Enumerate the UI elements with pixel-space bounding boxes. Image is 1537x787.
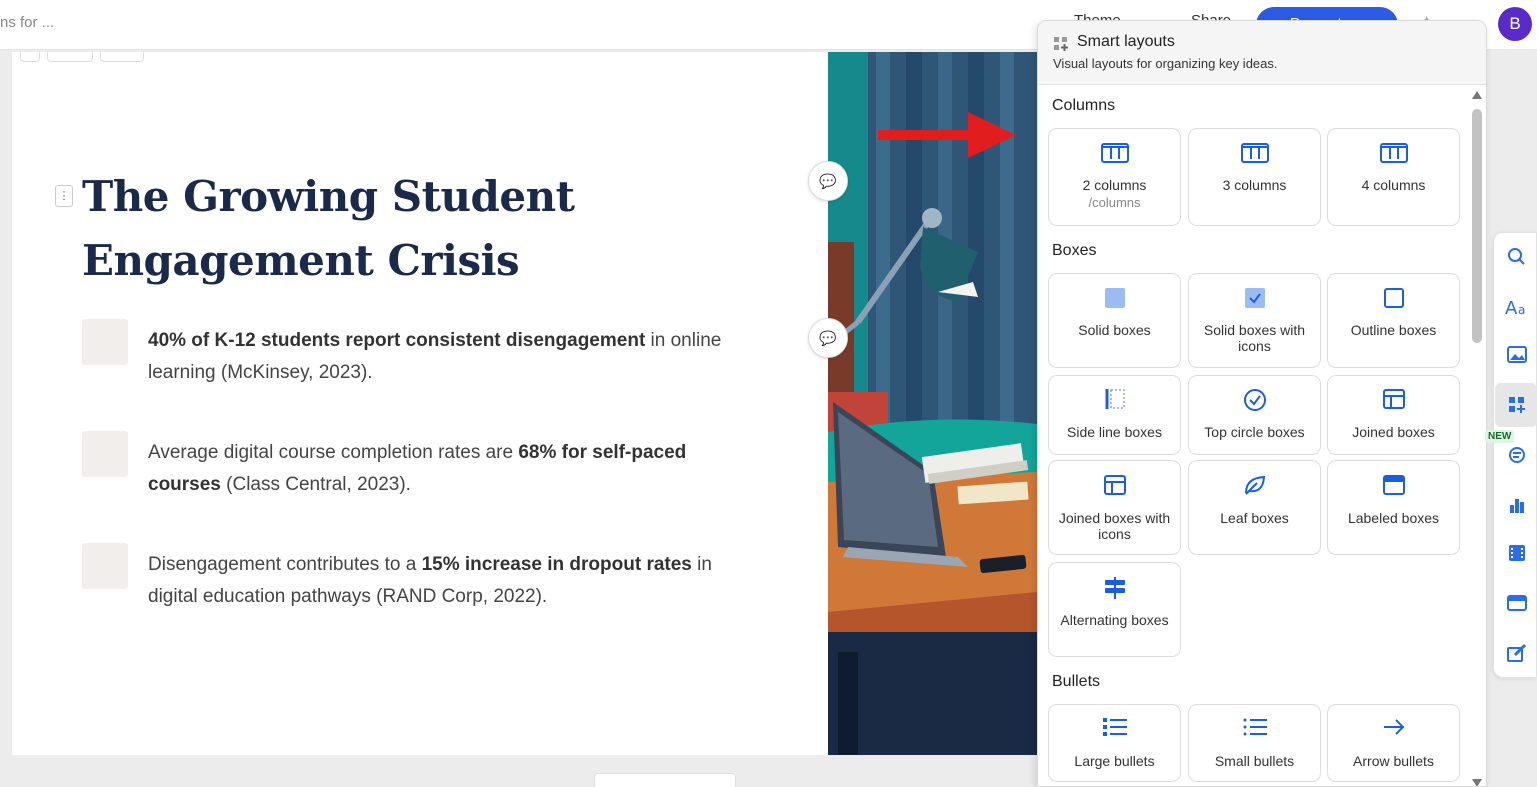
card-label: Joined boxes bbox=[1352, 424, 1435, 440]
bullet-icon-placeholder[interactable] bbox=[82, 319, 128, 365]
section-label-boxes: Boxes bbox=[1052, 242, 1097, 259]
list-icon bbox=[1102, 718, 1127, 736]
layout-card-arrow-bullets[interactable]: Arrow bullets bbox=[1327, 704, 1460, 782]
smart-layout-icon[interactable] bbox=[1503, 391, 1531, 419]
new-badge: NEW bbox=[1485, 430, 1515, 443]
layout-card-joined-boxes-with-icons[interactable]: Joined boxes with icons bbox=[1048, 460, 1181, 555]
layout-card-labeled-boxes[interactable]: Labeled boxes bbox=[1327, 460, 1460, 555]
slide-bottom-toolbar[interactable] bbox=[594, 773, 736, 787]
card-label: Labeled boxes bbox=[1347, 510, 1440, 526]
layout-card-top-circle-boxes[interactable]: Top circle boxes bbox=[1188, 375, 1321, 455]
chart-icon[interactable] bbox=[1503, 491, 1531, 519]
section-label-columns: Columns bbox=[1052, 97, 1116, 114]
layout-card-solid-boxes[interactable]: Solid boxes bbox=[1048, 273, 1181, 368]
section-label-bullets: Bullets bbox=[1052, 673, 1101, 690]
edit-icon[interactable] bbox=[1503, 639, 1531, 667]
video-icon[interactable] bbox=[1503, 539, 1531, 567]
bullet-icon-placeholder[interactable] bbox=[82, 543, 128, 589]
smart-layouts-panel: Smart layouts Visual layouts for organiz… bbox=[1037, 20, 1487, 787]
svg-text:A: A bbox=[1505, 298, 1518, 319]
layout-card-solid-boxes-with-icons[interactable]: Solid boxes with icons bbox=[1188, 273, 1321, 368]
columns-icon bbox=[1100, 143, 1129, 163]
joined-box-icon bbox=[1103, 475, 1126, 495]
scrollbar-thumb[interactable] bbox=[1472, 109, 1482, 343]
layout-card-4-columns[interactable]: 4 columns bbox=[1327, 128, 1460, 226]
layout-card-joined-boxes[interactable]: Joined boxes bbox=[1327, 375, 1460, 455]
card-label: Small bullets bbox=[1214, 753, 1295, 769]
panel-header: Smart layouts Visual layouts for organiz… bbox=[1038, 21, 1486, 85]
card-label: Leaf boxes bbox=[1220, 510, 1289, 526]
columns-icon bbox=[1240, 143, 1269, 163]
slide-tool-stub[interactable] bbox=[100, 52, 144, 62]
slide-title[interactable]: The Growing Student Engagement Crisis bbox=[82, 165, 722, 293]
image-icon[interactable] bbox=[1503, 341, 1531, 369]
columns-icon bbox=[1379, 143, 1408, 163]
leaf-icon bbox=[1244, 475, 1265, 495]
tool-rail: A a bbox=[1493, 232, 1537, 678]
scroll-up-arrow-icon[interactable] bbox=[1472, 91, 1482, 99]
layout-card-large-bullets[interactable]: Large bullets bbox=[1048, 704, 1181, 782]
slide-tool-stub[interactable] bbox=[20, 52, 40, 62]
layout-card-alternating-boxes[interactable]: Alternating boxes bbox=[1048, 562, 1181, 657]
layout-card-3-columns[interactable]: 3 columns bbox=[1188, 128, 1321, 226]
check-circle-icon bbox=[1243, 389, 1266, 411]
card-label: 3 columns bbox=[1222, 177, 1287, 193]
solid-box-icon bbox=[1104, 288, 1125, 308]
layout-card-2-columns[interactable]: 2 columns /columns bbox=[1048, 128, 1181, 226]
slide-card: ⋮ The Growing Student Engagement Crisis … bbox=[12, 52, 1037, 755]
layout-card-small-bullets[interactable]: Small bullets bbox=[1188, 704, 1321, 782]
solid-box-check-icon bbox=[1244, 288, 1265, 308]
card-label: Large bullets bbox=[1074, 753, 1155, 769]
layout-card-outline-boxes[interactable]: Outline boxes bbox=[1327, 273, 1460, 368]
bullet-text[interactable]: Average digital course completion rates … bbox=[148, 437, 748, 501]
scroll-down-arrow-icon[interactable] bbox=[1472, 779, 1482, 786]
bullet-text[interactable]: Disengagement contributes to a 15% incre… bbox=[148, 549, 748, 613]
panel-title: Smart layouts bbox=[1077, 33, 1175, 50]
block-handle-icon[interactable]: ⋮ bbox=[55, 185, 73, 207]
embed-icon[interactable] bbox=[1503, 441, 1531, 469]
card-template-icon[interactable] bbox=[1503, 589, 1531, 617]
card-label: Joined boxes with icons bbox=[1058, 510, 1171, 542]
card-label: Solid boxes with icons bbox=[1203, 322, 1306, 354]
add-comment-button[interactable]: 💬 bbox=[808, 161, 848, 201]
side-line-box-icon bbox=[1105, 389, 1125, 409]
bullet-text[interactable]: 40% of K-12 students report consistent d… bbox=[148, 325, 748, 389]
layout-card-leaf-boxes[interactable]: Leaf boxes bbox=[1188, 460, 1321, 555]
bullet-icon-placeholder[interactable] bbox=[82, 431, 128, 477]
panel-subtitle: Visual layouts for organizing key ideas. bbox=[1053, 56, 1278, 71]
outline-box-icon bbox=[1383, 288, 1404, 308]
card-label: 2 columns bbox=[1082, 177, 1147, 193]
red-arrow-annotation bbox=[878, 112, 1016, 158]
comment-plus-icon: 💬 bbox=[819, 173, 837, 189]
arrow-right-icon bbox=[1383, 719, 1404, 735]
list-icon bbox=[1243, 718, 1267, 736]
card-label: Side line boxes bbox=[1067, 424, 1162, 440]
card-label: Arrow bullets bbox=[1353, 753, 1434, 769]
signpost-icon bbox=[1104, 577, 1125, 599]
avatar[interactable]: B bbox=[1498, 7, 1532, 41]
card-label: Outline boxes bbox=[1350, 322, 1437, 338]
smart-layout-icon bbox=[1054, 37, 1068, 51]
joined-box-icon bbox=[1382, 389, 1405, 409]
text-style-icon[interactable]: A a bbox=[1503, 293, 1531, 321]
add-comment-button[interactable]: 💬 bbox=[808, 318, 848, 358]
card-label: 4 columns bbox=[1361, 177, 1426, 193]
slide-tool-stub[interactable] bbox=[47, 52, 93, 62]
comment-plus-icon: 💬 bbox=[819, 330, 837, 346]
card-label: Alternating boxes bbox=[1060, 612, 1169, 628]
search-input[interactable]: ns for ... bbox=[0, 14, 54, 31]
card-label: Solid boxes bbox=[1078, 322, 1151, 338]
labeled-box-icon bbox=[1382, 475, 1405, 495]
search-icon[interactable] bbox=[1503, 243, 1531, 271]
svg-text:a: a bbox=[1518, 303, 1525, 317]
layout-card-side-line-boxes[interactable]: Side line boxes bbox=[1048, 375, 1181, 455]
card-label: Top circle boxes bbox=[1204, 424, 1305, 440]
card-sublabel: /columns bbox=[1088, 195, 1141, 210]
